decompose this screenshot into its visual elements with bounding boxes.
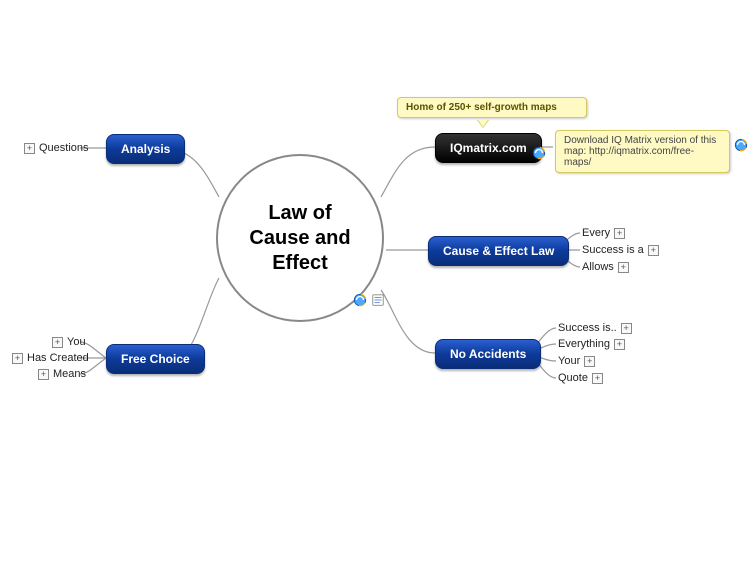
ie-icon[interactable] xyxy=(353,293,367,307)
branch-free-choice[interactable]: Free Choice xyxy=(106,344,205,374)
sub-item-has-created[interactable]: + Has Created xyxy=(12,352,89,364)
ie-icon[interactable] xyxy=(734,138,748,152)
branch-label: No Accidents xyxy=(450,347,526,361)
expand-icon[interactable]: + xyxy=(592,373,603,384)
download-note[interactable]: Download IQ Matrix version of this map: … xyxy=(555,130,730,173)
expand-icon[interactable]: + xyxy=(24,143,35,154)
callout-note: Home of 250+ self-growth maps xyxy=(397,97,587,118)
sub-item-everything[interactable]: Everything + xyxy=(558,338,625,350)
branch-label: Free Choice xyxy=(121,352,190,366)
ie-icon[interactable] xyxy=(532,146,546,160)
sub-item-questions[interactable]: + Questions xyxy=(24,142,89,154)
document-icon[interactable] xyxy=(371,293,385,307)
expand-icon[interactable]: + xyxy=(38,369,49,380)
sub-label: Success is.. xyxy=(558,322,617,334)
expand-icon[interactable]: + xyxy=(614,228,625,239)
sub-label: You xyxy=(67,336,86,348)
sub-item-allows[interactable]: Allows + xyxy=(582,261,629,273)
sub-item-success-is-a[interactable]: Success is a + xyxy=(582,244,659,256)
download-text: Download IQ Matrix version of this map: … xyxy=(564,135,716,168)
sub-label: Every xyxy=(582,227,610,239)
expand-icon[interactable]: + xyxy=(648,245,659,256)
branch-no-accidents[interactable]: No Accidents xyxy=(435,339,541,369)
sub-label: Quote xyxy=(558,372,588,384)
expand-icon[interactable]: + xyxy=(618,262,629,273)
branch-label: Analysis xyxy=(121,142,170,156)
sub-item-means[interactable]: + Means xyxy=(38,368,86,380)
expand-icon[interactable]: + xyxy=(12,353,23,364)
sub-label: Success is a xyxy=(582,244,644,256)
branch-iqmatrix[interactable]: IQmatrix.com xyxy=(435,133,542,163)
center-title: Law of Cause and Effect xyxy=(249,201,350,276)
sub-item-your[interactable]: Your + xyxy=(558,355,595,367)
expand-icon[interactable]: + xyxy=(52,337,63,348)
branch-label: IQmatrix.com xyxy=(450,141,527,155)
sub-label: Means xyxy=(53,368,86,380)
expand-icon[interactable]: + xyxy=(621,323,632,334)
sub-label: Your xyxy=(558,355,580,367)
sub-label: Questions xyxy=(39,142,89,154)
expand-icon[interactable]: + xyxy=(584,356,595,367)
callout-text: Home of 250+ self-growth maps xyxy=(406,102,557,113)
branch-label: Cause & Effect Law xyxy=(443,244,554,258)
sub-item-you[interactable]: + You xyxy=(52,336,86,348)
sub-label: Has Created xyxy=(27,352,89,364)
branch-analysis[interactable]: Analysis xyxy=(106,134,185,164)
expand-icon[interactable]: + xyxy=(614,339,625,350)
sub-item-quote[interactable]: Quote + xyxy=(558,372,603,384)
sub-label: Allows xyxy=(582,261,614,273)
branch-cause-effect[interactable]: Cause & Effect Law xyxy=(428,236,569,266)
sub-item-success-is[interactable]: Success is.. + xyxy=(558,322,632,334)
center-icons xyxy=(353,293,385,307)
sub-label: Everything xyxy=(558,338,610,350)
sub-item-every[interactable]: Every + xyxy=(582,227,625,239)
